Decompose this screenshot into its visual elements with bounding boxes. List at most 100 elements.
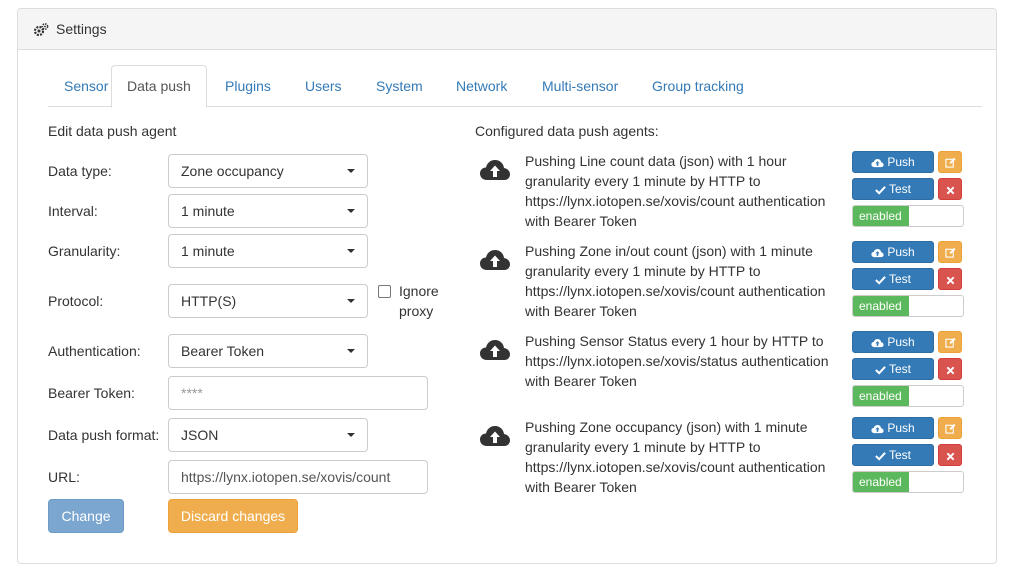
push-button[interactable]: Push (852, 417, 934, 439)
agent-line: with Bearer Token (525, 303, 637, 319)
tab-users[interactable]: Users (289, 65, 358, 107)
agents-title: Configured data push agents: (475, 123, 659, 139)
enabled-label: enabled (853, 472, 909, 492)
agent-line: granularity every 1 minute by HTTP to (525, 439, 761, 455)
check-icon (875, 366, 886, 375)
authentication-label: Authentication: (48, 343, 141, 359)
url-input[interactable]: https://lynx.iotopen.se/xovis/count (168, 460, 428, 494)
settings-panel: Settings Sensor Data push Plugins Users … (17, 8, 997, 564)
ignore-proxy-checkbox[interactable] (378, 285, 391, 298)
agent-line: Pushing Zone occupancy (json) with 1 min… (525, 419, 808, 435)
close-icon (946, 186, 954, 195)
bearer-token-input[interactable]: **** (168, 376, 428, 410)
cloud-upload-icon (480, 160, 510, 180)
enabled-label: enabled (853, 386, 909, 406)
cloud-upload-icon (871, 158, 884, 168)
caret-down-icon (347, 169, 355, 173)
format-label: Data push format: (48, 427, 160, 443)
discard-changes-button[interactable]: Discard changes (168, 499, 298, 533)
protocol-value: HTTP(S) (181, 293, 237, 309)
enabled-toggle[interactable]: enabled (852, 385, 964, 407)
check-icon (875, 186, 886, 195)
authentication-select[interactable]: Bearer Token (168, 334, 368, 368)
agent-line: with Bearer Token (525, 373, 637, 389)
agent-description: Pushing Zone in/out count (json) with 1 … (525, 241, 845, 321)
change-button[interactable]: Change (48, 499, 124, 533)
tab-network[interactable]: Network (440, 65, 523, 107)
granularity-select[interactable]: 1 minute (168, 234, 368, 268)
url-label: URL: (48, 469, 80, 485)
ignore-proxy-label-line1: Ignore (399, 283, 439, 299)
agent-description: Pushing Zone occupancy (json) with 1 min… (525, 417, 845, 497)
granularity-value: 1 minute (181, 243, 235, 259)
test-label: Test (888, 448, 911, 462)
edit-button[interactable] (938, 151, 962, 173)
ignore-proxy-label-line2: proxy (399, 303, 434, 319)
agent-line: with Bearer Token (525, 213, 637, 229)
agent-description: Pushing Line count data (json) with 1 ho… (525, 151, 845, 231)
close-icon (946, 452, 954, 461)
test-label: Test (888, 182, 911, 196)
settings-tabs: Sensor Data push Plugins Users System Ne… (48, 65, 982, 108)
tab-multi-sensor[interactable]: Multi-sensor (526, 65, 634, 107)
enabled-label: enabled (853, 206, 909, 226)
enabled-toggle[interactable]: enabled (852, 205, 964, 227)
interval-value: 1 minute (181, 203, 235, 219)
data-type-value: Zone occupancy (181, 163, 284, 179)
push-label: Push (887, 421, 915, 435)
edit-form-title: Edit data push agent (48, 123, 177, 139)
ignore-proxy-label[interactable]: Ignore proxy (399, 281, 459, 321)
test-button[interactable]: Test (852, 268, 934, 290)
agent-line: Pushing Zone in/out count (json) with 1 … (525, 243, 813, 259)
tab-group-tracking[interactable]: Group tracking (636, 65, 760, 107)
push-button[interactable]: Push (852, 241, 934, 263)
caret-down-icon (347, 433, 355, 437)
delete-button[interactable] (938, 358, 962, 380)
test-button[interactable]: Test (852, 358, 934, 380)
push-label: Push (887, 335, 915, 349)
cloud-upload-icon (871, 338, 884, 348)
push-label: Push (887, 245, 915, 259)
delete-button[interactable] (938, 178, 962, 200)
agent-description: Pushing Sensor Status every 1 hour by HT… (525, 331, 845, 391)
tab-data-push[interactable]: Data push (111, 65, 207, 108)
push-button[interactable]: Push (852, 331, 934, 353)
edit-icon (944, 337, 956, 348)
edit-button[interactable] (938, 331, 962, 353)
enabled-toggle[interactable]: enabled (852, 295, 964, 317)
agent-line: granularity every 1 minute by HTTP to (525, 173, 761, 189)
protocol-label: Protocol: (48, 293, 104, 309)
agent-line: https://lynx.iotopen.se/xovis/count auth… (525, 459, 826, 475)
close-icon (946, 276, 954, 285)
cloud-upload-icon (480, 426, 510, 446)
agent-line: https://lynx.iotopen.se/xovis/count auth… (525, 283, 826, 299)
push-label: Push (887, 155, 915, 169)
agent-line: Pushing Line count data (json) with 1 ho… (525, 153, 787, 169)
edit-button[interactable] (938, 417, 962, 439)
delete-button[interactable] (938, 268, 962, 290)
push-button[interactable]: Push (852, 151, 934, 173)
authentication-value: Bearer Token (181, 343, 265, 359)
interval-select[interactable]: 1 minute (168, 194, 368, 228)
caret-down-icon (347, 349, 355, 353)
enabled-toggle[interactable]: enabled (852, 471, 964, 493)
test-button[interactable]: Test (852, 444, 934, 466)
agent-line: https://lynx.iotopen.se/xovis/status aut… (525, 353, 829, 369)
delete-button[interactable] (938, 444, 962, 466)
tab-plugins[interactable]: Plugins (209, 65, 287, 107)
format-value: JSON (181, 427, 219, 443)
data-type-select[interactable]: Zone occupancy (168, 154, 368, 188)
caret-down-icon (347, 209, 355, 213)
gears-icon (33, 23, 49, 37)
format-select[interactable]: JSON (168, 418, 368, 452)
protocol-select[interactable]: HTTP(S) (168, 284, 368, 318)
bearer-token-label: Bearer Token: (48, 385, 135, 401)
test-button[interactable]: Test (852, 178, 934, 200)
edit-button[interactable] (938, 241, 962, 263)
agent-line: Pushing Sensor Status every 1 hour by HT… (525, 333, 824, 349)
tab-system[interactable]: System (360, 65, 439, 107)
agent-line: granularity every 1 minute by HTTP to (525, 263, 761, 279)
cloud-upload-icon (480, 250, 510, 270)
agent-line: with Bearer Token (525, 479, 637, 495)
interval-label: Interval: (48, 203, 98, 219)
